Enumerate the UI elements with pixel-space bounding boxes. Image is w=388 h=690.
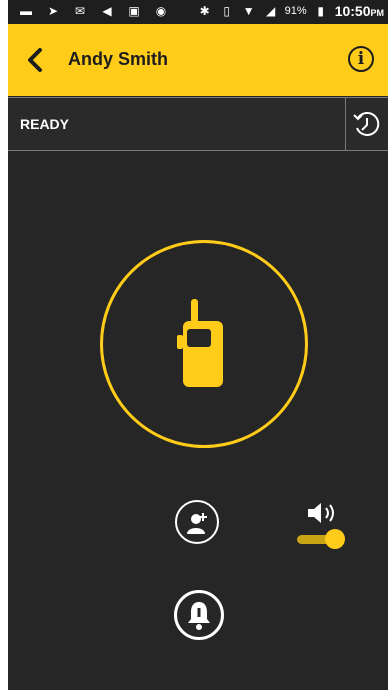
alert-button[interactable]: [174, 590, 224, 640]
message-icon: ▬: [20, 4, 32, 18]
forward-icon: ➤: [47, 4, 59, 18]
signal-icon: ◢: [266, 4, 276, 18]
clock: 10:50PM: [335, 3, 384, 19]
bluetooth-icon: ✱: [199, 4, 210, 18]
share-icon: ◀: [102, 4, 112, 18]
at-icon: ◉: [155, 4, 167, 18]
status-row: READY: [8, 97, 388, 151]
nfc-icon: ▯: [223, 4, 230, 18]
image-icon: ▣: [128, 4, 140, 18]
app-frame: ▬ ➤ ✉ ◀ ▣ ◉ ✱ ▯ ▼ ◢ 91% ▮ 10:50PM Andy S…: [8, 0, 388, 690]
walkie-talkie-icon: [177, 299, 223, 387]
speaker-toggle[interactable]: [295, 528, 347, 550]
back-button[interactable]: [22, 46, 50, 74]
contact-name: Andy Smith: [68, 49, 169, 69]
status-label: READY: [20, 116, 70, 132]
info-icon: i: [357, 49, 365, 69]
battery-percent: 91%: [284, 5, 307, 17]
battery-icon: ▮: [317, 4, 324, 18]
wifi-icon: ▼: [242, 4, 255, 18]
history-icon: [353, 111, 380, 136]
clock-ampm: PM: [370, 8, 385, 18]
speaker-icon: [308, 503, 334, 523]
bell-alert-icon: [188, 602, 210, 630]
clock-time: 10:50: [334, 3, 371, 19]
push-to-talk-button[interactable]: [100, 240, 308, 448]
mail-icon: ✉: [74, 4, 86, 18]
chevron-left-icon: [28, 48, 42, 72]
app-bar: Andy Smith i: [8, 24, 388, 96]
info-button[interactable]: i: [348, 46, 374, 72]
history-button[interactable]: [345, 98, 388, 150]
status-bar: ▬ ➤ ✉ ◀ ▣ ◉ ✱ ▯ ▼ ◢ 91% ▮ 10:50PM: [8, 0, 388, 24]
notification-icons: ▬ ➤ ✉ ◀ ▣ ◉: [18, 4, 169, 18]
add-user-icon: [187, 513, 207, 534]
add-user-button[interactable]: [175, 500, 219, 544]
toggle-knob: [325, 529, 345, 549]
system-indicators: ✱ ▯ ▼ ◢ 91% ▮ 10:50PM: [197, 3, 384, 19]
